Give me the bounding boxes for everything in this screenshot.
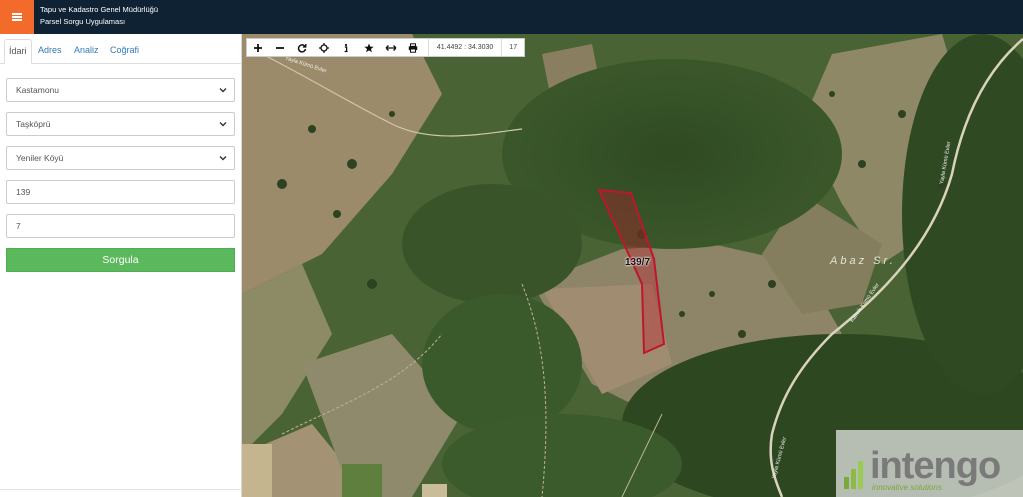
block-input[interactable]: 139 <box>6 180 235 204</box>
minus-icon[interactable] <box>269 39 291 56</box>
query-tabs: İdari Adres Analiz Coğrafi <box>0 34 242 64</box>
app-title-line2: Parsel Sorgu Uygulaması <box>40 17 126 26</box>
tab-analiz[interactable]: Analiz <box>70 39 103 64</box>
parcel-label: 139/7 <box>625 257 651 268</box>
locate-icon[interactable] <box>313 39 335 56</box>
logo-text: intengo <box>870 445 1001 487</box>
plus-icon[interactable] <box>247 39 269 56</box>
province-value: Kastamonu <box>16 85 59 95</box>
sorgula-button[interactable]: Sorgula <box>6 248 235 272</box>
info-icon[interactable] <box>335 39 357 56</box>
chevron-down-icon <box>219 156 227 161</box>
sidebar-footer <box>0 489 242 497</box>
hamburger-icon <box>12 13 22 21</box>
neighborhood-value: Yeniler Köyü <box>16 153 64 163</box>
menu-button[interactable] <box>0 0 34 34</box>
district-select[interactable]: Taşköprü <box>6 112 235 136</box>
block-value: 139 <box>16 187 31 197</box>
refresh-icon[interactable] <box>291 39 313 56</box>
tab-idari[interactable]: İdari <box>4 39 32 64</box>
app-title-line1: Tapu ve Kadastro Genel Müdürlüğü <box>40 5 158 14</box>
neighborhood-select[interactable]: Yeniler Köyü <box>6 146 235 170</box>
chevron-down-icon <box>219 122 227 127</box>
coordinate-readout: 41.4492 : 34.3030 <box>427 39 503 56</box>
query-sidebar: İdari Adres Analiz Coğrafi Kastamonu Taş… <box>0 34 242 497</box>
parcel-input[interactable]: 7 <box>6 214 235 238</box>
star-icon[interactable] <box>357 39 379 56</box>
measure-icon[interactable] <box>380 39 402 56</box>
chevron-down-icon <box>219 88 227 93</box>
tab-adres[interactable]: Adres <box>34 39 66 64</box>
print-icon[interactable] <box>402 39 424 56</box>
tab-cografi[interactable]: Coğrafi <box>106 39 143 64</box>
app-title: Tapu ve Kadastro Genel Müdürlüğü Parsel … <box>40 4 158 28</box>
district-value: Taşköprü <box>16 119 51 129</box>
logo-bars-icon <box>844 461 863 489</box>
zoom-level: 17 <box>509 44 518 51</box>
logo-tagline: innovative solutions <box>872 483 942 492</box>
app-header: Tapu ve Kadastro Genel Müdürlüğü Parsel … <box>0 0 1023 34</box>
province-select[interactable]: Kastamonu <box>6 78 235 102</box>
place-label: Abaz Sr. <box>830 255 896 267</box>
parcel-value: 7 <box>16 221 21 231</box>
map-toolbar: 41.4492 : 34.3030 17 <box>246 38 525 57</box>
